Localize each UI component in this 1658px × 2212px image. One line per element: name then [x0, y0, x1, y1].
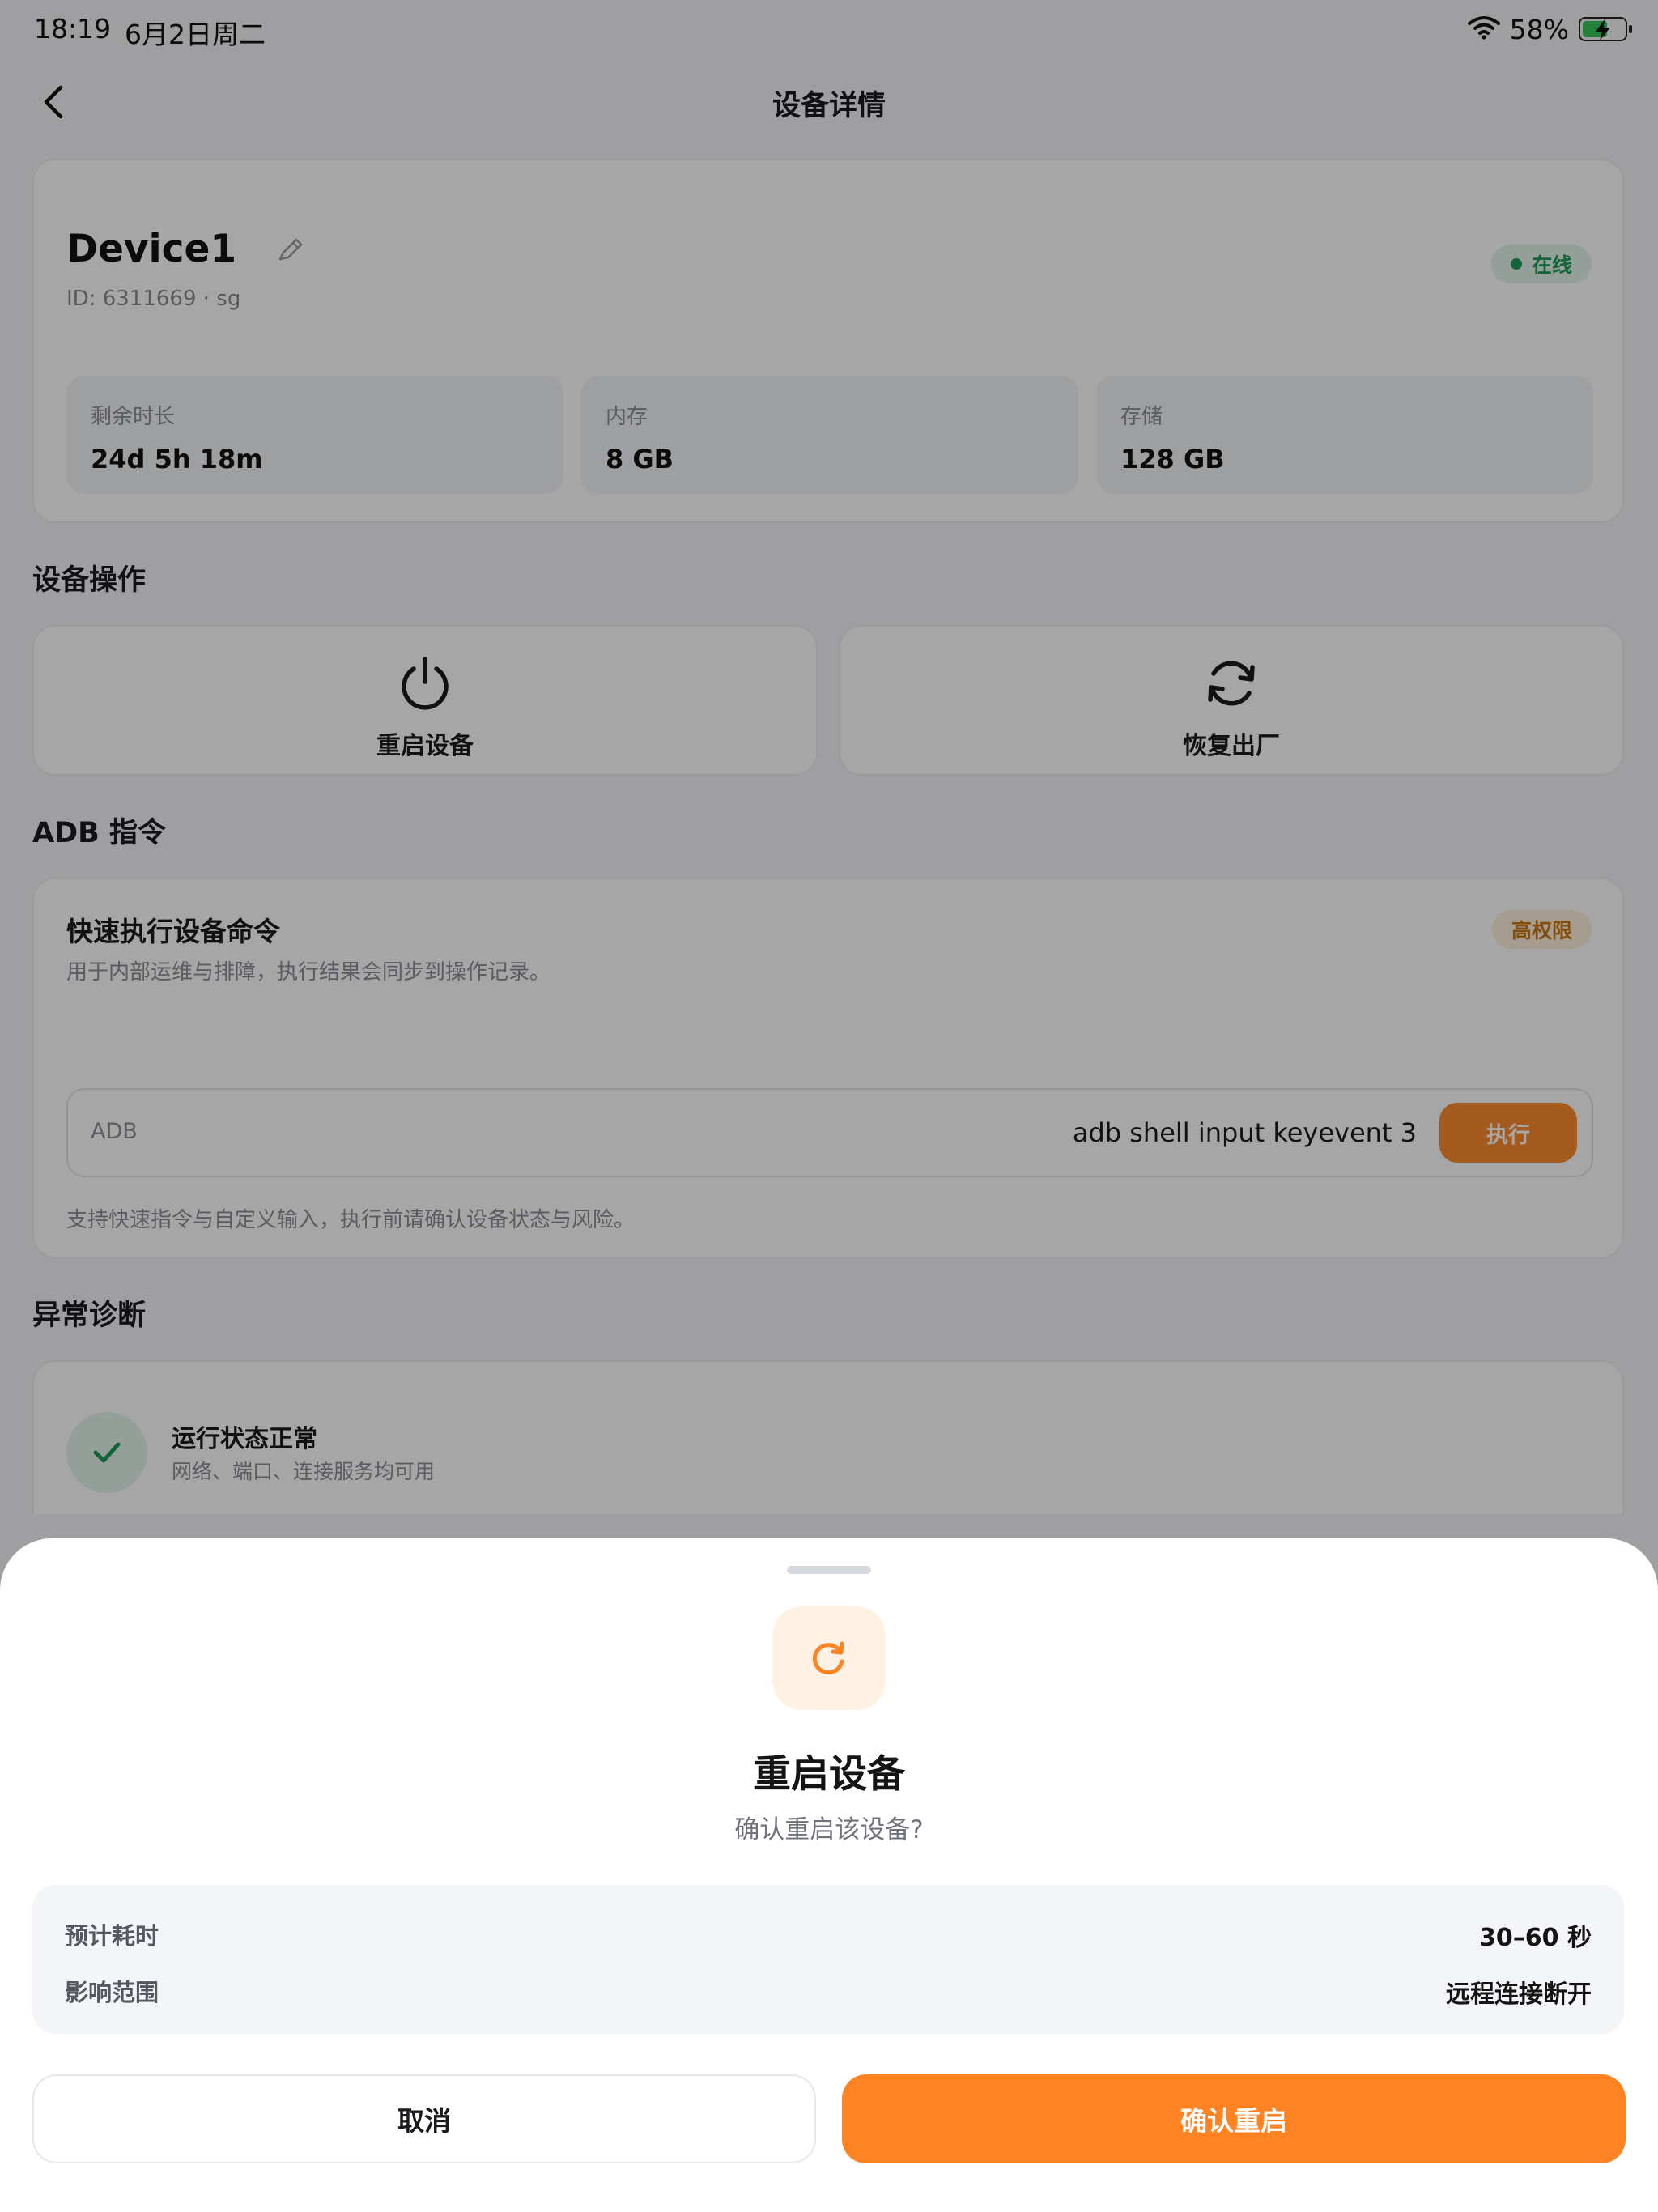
sheet-grabber[interactable] — [787, 1566, 871, 1574]
sheet-subtitle: 确认重启该设备? — [734, 1815, 924, 1844]
info-label-duration: 预计耗时 — [65, 1922, 159, 1950]
info-label-impact: 影响范围 — [65, 1979, 159, 2006]
cancel-button[interactable]: 取消 — [32, 2074, 816, 2163]
confirm-restart-button[interactable]: 确认重启 — [842, 2074, 1626, 2163]
info-value-impact: 远程连接断开 — [1446, 1980, 1592, 2009]
restart-confirm-sheet: 重启设备 确认重启该设备? 预计耗时 30–60 秒 影响范围 远程连接断开 取… — [0, 1538, 1658, 2212]
restart-icon — [772, 1606, 886, 1710]
sheet-title: 重启设备 — [753, 1752, 905, 1797]
info-value-duration: 30–60 秒 — [1479, 1924, 1592, 1952]
restart-info-box: 预计耗时 30–60 秒 影响范围 远程连接断开 — [32, 1885, 1624, 2034]
